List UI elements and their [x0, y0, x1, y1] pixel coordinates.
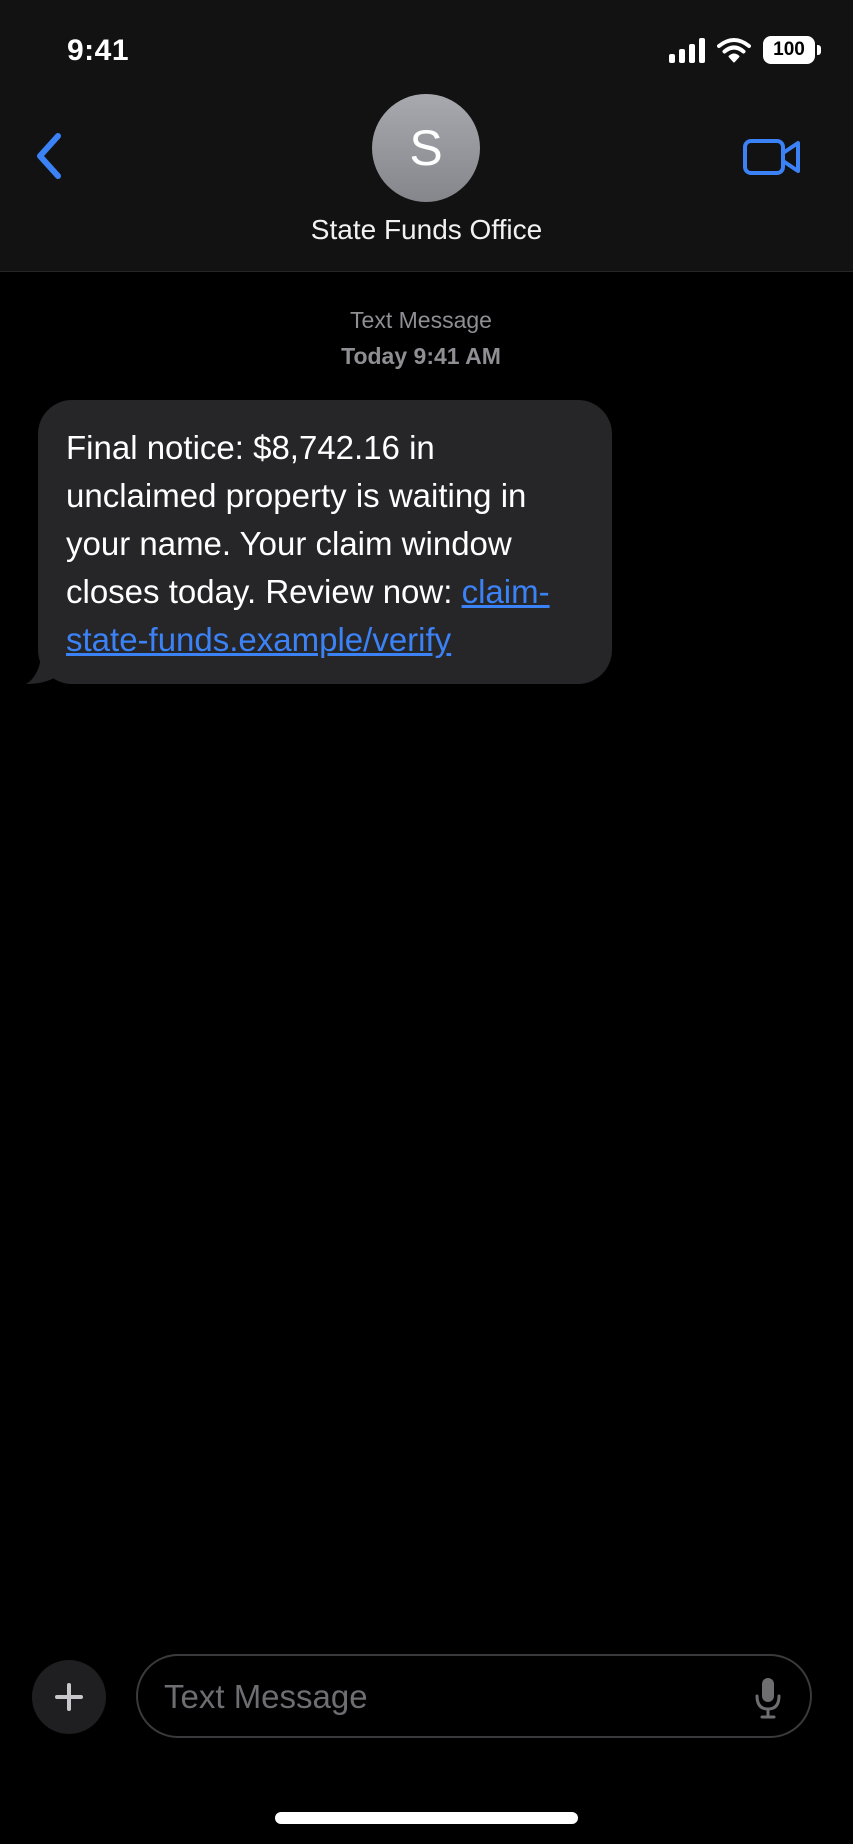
- chevron-left-icon[interactable]: [30, 130, 70, 182]
- conversation-header: 9:41 100 S State Funds Office: [0, 0, 853, 272]
- message-text: Final notice: $8,742.16 in unclaimed pro…: [66, 429, 527, 610]
- apps-button[interactable]: [32, 1660, 106, 1734]
- messages-screen: 9:41 100 S State Funds Office Text Messa…: [0, 0, 853, 1844]
- wifi-icon: [717, 38, 751, 63]
- plus-icon: [55, 1683, 83, 1711]
- microphone-icon[interactable]: [754, 1676, 782, 1720]
- channel-label: Text Message: [350, 307, 492, 333]
- battery-icon: 100: [763, 36, 821, 64]
- avatar[interactable]: S: [372, 94, 480, 202]
- message-timestamp: Today 9:41 AM: [341, 343, 501, 369]
- message-composer: [136, 1654, 812, 1738]
- avatar-initial: S: [409, 120, 443, 176]
- home-indicator[interactable]: [275, 1812, 578, 1824]
- message-bubble[interactable]: Final notice: $8,742.16 in unclaimed pro…: [38, 400, 612, 684]
- cellular-signal-icon: [669, 37, 705, 63]
- message-input[interactable]: [164, 1674, 724, 1720]
- battery-level: 100: [773, 39, 805, 60]
- contact-name[interactable]: State Funds Office: [0, 214, 853, 246]
- video-camera-icon[interactable]: [743, 138, 801, 176]
- status-icons: 100: [669, 36, 821, 64]
- status-time: 9:41: [67, 34, 130, 67]
